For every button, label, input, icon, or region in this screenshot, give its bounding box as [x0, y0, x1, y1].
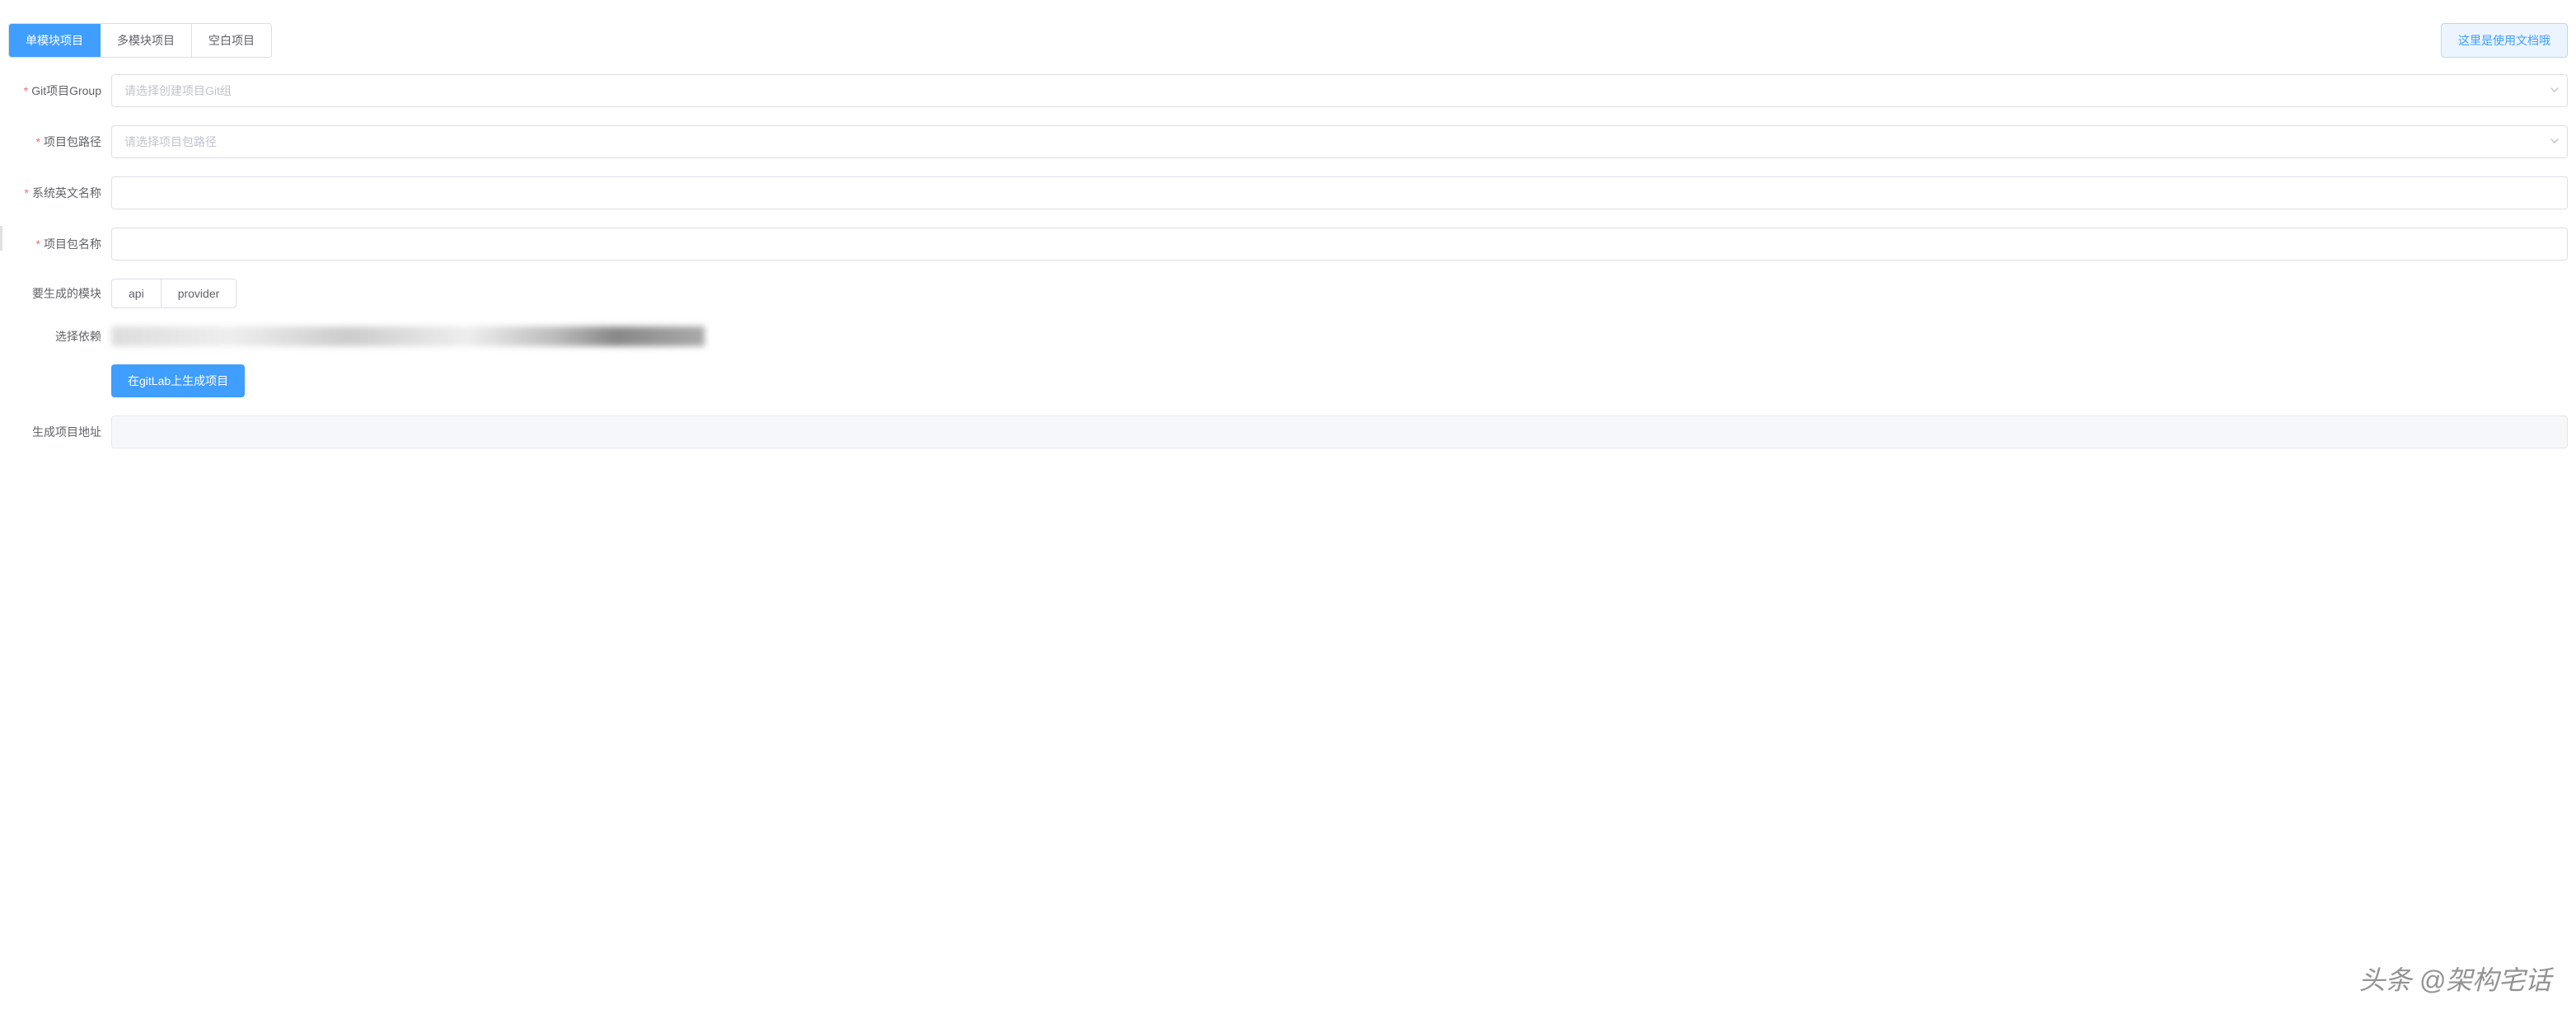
- label-package-name: *项目包名称: [8, 236, 111, 252]
- form-item-sys-en-name: *系统英文名称: [8, 176, 2568, 209]
- form-item-dependencies: 选择依赖: [8, 326, 2568, 346]
- git-group-select[interactable]: [111, 74, 2568, 107]
- module-option-provider[interactable]: provider: [162, 279, 237, 307]
- doc-link-label: 这里是使用文档哦: [2458, 34, 2550, 47]
- label-package-path: *项目包路径: [8, 134, 111, 150]
- project-type-tabs: 单模块项目 多模块项目 空白项目: [8, 23, 272, 58]
- doc-link-button[interactable]: 这里是使用文档哦: [2441, 23, 2568, 58]
- dependencies-area: [111, 326, 2568, 346]
- form-item-submit: 在gitLab上生成项目: [8, 364, 2568, 397]
- generate-project-button[interactable]: 在gitLab上生成项目: [111, 364, 245, 397]
- tab-multi-module[interactable]: 多模块项目: [101, 24, 192, 57]
- label-result-addr: 生成项目地址: [8, 424, 111, 440]
- left-edge-stub: [0, 226, 2, 251]
- required-mark: *: [25, 186, 29, 200]
- tab-single-module[interactable]: 单模块项目: [9, 24, 101, 57]
- label-sys-en-name: *系统英文名称: [8, 185, 111, 201]
- result-addr-input: [111, 415, 2568, 448]
- form-item-package-path: *项目包路径: [8, 125, 2568, 158]
- required-mark: *: [36, 237, 40, 251]
- required-mark: *: [24, 84, 28, 97]
- form-item-git-group: *Git项目Group: [8, 74, 2568, 107]
- git-group-input[interactable]: [111, 74, 2568, 107]
- required-mark: *: [36, 135, 40, 148]
- tab-label: 空白项目: [208, 34, 255, 47]
- form-item-modules: 要生成的模块 api provider: [8, 279, 2568, 308]
- package-path-input[interactable]: [111, 125, 2568, 158]
- label-git-group: *Git项目Group: [8, 82, 111, 99]
- header-row: 单模块项目 多模块项目 空白项目 这里是使用文档哦: [0, 0, 2576, 58]
- label-modules: 要生成的模块: [8, 285, 111, 302]
- tab-label: 单模块项目: [26, 34, 83, 47]
- watermark-text: 头条 @架构宅话: [2359, 960, 2551, 998]
- form-item-package-name: *项目包名称: [8, 228, 2568, 261]
- module-option-api[interactable]: api: [112, 279, 162, 307]
- modules-checkbox-group: api provider: [111, 279, 237, 308]
- tab-label: 多模块项目: [117, 34, 175, 47]
- label-dependencies: 选择依赖: [8, 328, 111, 345]
- package-name-input[interactable]: [111, 228, 2568, 261]
- form-item-result-addr: 生成项目地址: [8, 415, 2568, 448]
- sys-en-name-input[interactable]: [111, 176, 2568, 209]
- package-path-select[interactable]: [111, 125, 2568, 158]
- project-form: *Git项目Group *项目包路径 *系统英文名称: [0, 58, 2576, 475]
- redacted-content: [111, 326, 705, 346]
- tab-blank-project[interactable]: 空白项目: [192, 24, 271, 57]
